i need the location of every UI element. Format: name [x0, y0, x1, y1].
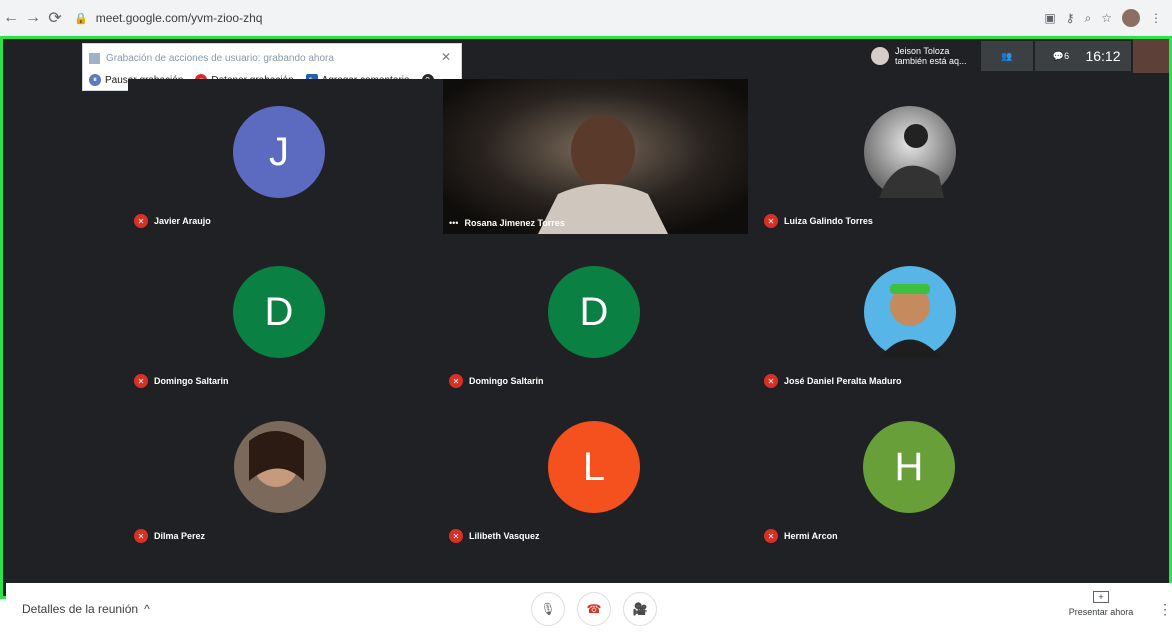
avatar: D [548, 266, 640, 358]
participant-name: Hermi Arcon [784, 531, 838, 541]
name-bar: ✕ José Daniel Peralta Maduro [764, 374, 902, 388]
browser-actions: ▣ ⚷ ⌕ ☆ ⋮ [1044, 9, 1172, 27]
mic-off-icon: ✕ [134, 374, 148, 388]
top-icons: 👥 💬 6 [981, 41, 1087, 71]
joined-status: también está aq... [895, 56, 967, 66]
more-icon: ••• [449, 218, 459, 228]
camera-icon: 🎥 [632, 602, 648, 616]
url-text: meet.google.com/yvm-zioo-zhq [95, 11, 263, 25]
avatar [864, 266, 956, 358]
present-icon: + [1093, 591, 1109, 603]
avatar [234, 421, 326, 513]
mic-button[interactable]: 🎙 [531, 592, 565, 626]
people-badge: 6 [1064, 51, 1070, 61]
avatar: D [233, 266, 325, 358]
avatar: L [548, 421, 640, 513]
close-icon[interactable]: ✕ [441, 50, 451, 64]
mic-off-icon: ✕ [134, 529, 148, 543]
participant-name: Rosana Jimenez Torres [464, 218, 565, 228]
participant-tile[interactable]: ✕ Luiza Galindo Torres [758, 79, 1063, 234]
name-bar: ✕ Domingo Saltarin [449, 374, 544, 388]
meeting-details-toggle[interactable]: Detalles de la reunión ^ [22, 602, 150, 616]
participant-name: Domingo Saltarin [154, 376, 229, 386]
star-icon[interactable]: ☆ [1101, 11, 1112, 25]
mic-off-icon: ✕ [449, 529, 463, 543]
recording-title: Grabación de acciones de usuario: graban… [89, 50, 437, 66]
mic-off-icon: ✕ [764, 374, 778, 388]
recorder-app-icon [89, 52, 100, 64]
name-bar: ✕ Hermi Arcon [764, 529, 838, 543]
participant-tile[interactable]: ✕ José Daniel Peralta Maduro [758, 239, 1063, 394]
name-bar: ••• Rosana Jimenez Torres [449, 218, 565, 228]
participant-name: Lilibeth Vasquez [469, 531, 540, 541]
forward-arrow-icon[interactable]: → [22, 7, 44, 29]
profile-icon[interactable] [1122, 9, 1140, 27]
key-icon[interactable]: ⚷ [1066, 11, 1075, 25]
participant-name: Dilma Perez [154, 531, 206, 541]
pause-icon: ⏸ [89, 74, 101, 86]
self-view[interactable] [1133, 39, 1169, 73]
browser-toolbar: ← → ⟳ 🔒 meet.google.com/yvm-zioo-zhq ▣ ⚷… [0, 0, 1172, 36]
meeting-clock: 16:12 [1075, 41, 1131, 71]
present-now-label: Presentar ahora [1068, 607, 1134, 617]
participant-tile[interactable]: D ✕ Domingo Saltarin [443, 239, 748, 394]
zoom-icon[interactable]: ⌕ [1085, 11, 1092, 26]
name-bar: ✕ Luiza Galindo Torres [764, 214, 873, 228]
avatar: H [863, 421, 955, 513]
mic-off-icon: ✕ [764, 529, 778, 543]
participant-tile[interactable]: J ✕ Javier Araujo [128, 79, 433, 234]
name-bar: ✕ Javier Araujo [134, 214, 211, 228]
name-bar: ✕ Dilma Perez [134, 529, 205, 543]
present-now-button[interactable]: + Presentar ahora [1061, 591, 1141, 617]
join-notification: Jeison Toloza también está aq... [867, 42, 977, 70]
end-call-button[interactable]: ☎ [577, 592, 611, 626]
back-arrow-icon[interactable]: ← [0, 7, 22, 29]
participant-tile[interactable]: H ✕ Hermi Arcon [758, 394, 1063, 549]
participant-tile[interactable]: D ✕ Domingo Saltarin [128, 239, 433, 394]
avatar: J [233, 106, 325, 198]
camera-button[interactable]: 🎥 [623, 592, 657, 626]
recording-frame: Jeison Toloza también está aq... 👥 💬 6 16… [0, 36, 1172, 635]
reload-icon[interactable]: ⟳ [44, 7, 66, 29]
address-bar[interactable]: 🔒 meet.google.com/yvm-zioo-zhq [74, 6, 262, 30]
lock-icon: 🔒 [74, 12, 88, 25]
meeting-details-label: Detalles de la reunión [22, 602, 139, 616]
participant-name: Domingo Saltarin [469, 376, 544, 386]
participant-video [443, 79, 748, 234]
kebab-icon[interactable]: ⋮ [1150, 11, 1162, 25]
more-options-icon[interactable]: ⋮ [1158, 601, 1172, 618]
avatar [864, 106, 956, 198]
recording-title-text: Grabación de acciones de usuario: graban… [106, 52, 334, 64]
participant-grid: J ✕ Javier Araujo ••• Rosana Jimenez Tor… [128, 79, 1063, 584]
mic-icon: 🎙 [540, 602, 556, 616]
participant-name: Luiza Galindo Torres [784, 216, 873, 226]
call-controls: 🎙 ☎ 🎥 [531, 592, 657, 626]
joined-text: Jeison Toloza también está aq... [895, 46, 973, 66]
phone-icon: ☎ [586, 602, 602, 616]
mic-off-icon: ✕ [449, 374, 463, 388]
joined-name: Jeison Toloza [895, 46, 950, 56]
name-bar: ✕ Lilibeth Vasquez [449, 529, 540, 543]
name-bar: ✕ Domingo Saltarin [134, 374, 229, 388]
participant-tile[interactable]: L ✕ Lilibeth Vasquez [443, 394, 748, 549]
meeting-bottom-bar: Detalles de la reunión ^ 🎙 ☎ 🎥 + Present… [6, 583, 1172, 635]
camera-icon[interactable]: ▣ [1044, 11, 1055, 25]
participant-name: Javier Araujo [154, 216, 211, 226]
people-icon[interactable]: 👥 [981, 41, 1033, 71]
chevron-up-icon: ^ [144, 602, 150, 616]
mic-off-icon: ✕ [134, 214, 148, 228]
joined-avatar [871, 47, 889, 65]
participant-name: José Daniel Peralta Maduro [784, 376, 902, 386]
participant-tile[interactable]: ✕ Dilma Perez [128, 394, 433, 549]
participant-tile[interactable]: ••• Rosana Jimenez Torres [443, 79, 748, 234]
mic-off-icon: ✕ [764, 214, 778, 228]
